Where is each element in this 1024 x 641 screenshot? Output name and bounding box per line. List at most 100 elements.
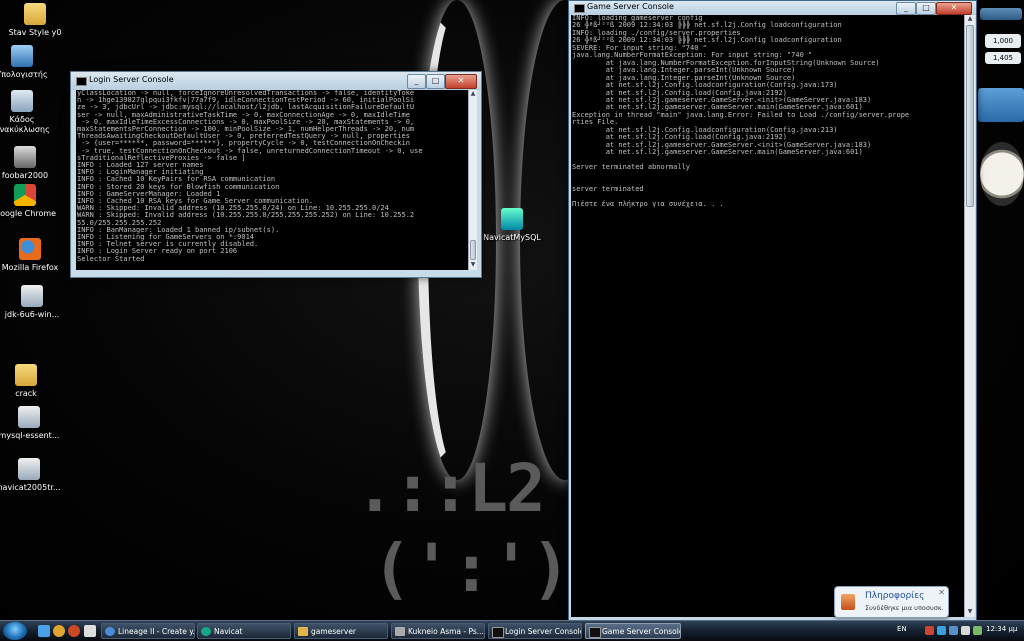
installer-icon (18, 406, 40, 428)
tray-network-icon[interactable] (937, 626, 946, 635)
show-desktop-icon[interactable] (38, 625, 50, 637)
desktop-icon-foobar[interactable]: foobar2000 (0, 146, 57, 181)
speaker-icon (841, 594, 855, 610)
chrome-icon (14, 184, 36, 206)
desktop-icon-mysql[interactable]: mysql-essent... (0, 406, 61, 441)
console-icon (574, 4, 585, 13)
language-indicator[interactable]: EN (897, 625, 907, 633)
desktop-icon-label: Stav Style y0 (8, 28, 62, 37)
login-console-scrollbar[interactable]: ▲ ▼ (468, 90, 477, 270)
tray-security-icon[interactable] (925, 626, 934, 635)
scroll-down-arrow-icon[interactable]: ▼ (469, 261, 477, 270)
taskbar-clock[interactable]: 12:34 μμ (986, 625, 1017, 633)
desktop-icon-jdk[interactable]: jdk-6u6-win... (0, 285, 64, 320)
game-console-scrollbar[interactable]: ▲ ▼ (964, 15, 975, 617)
notification-text: Συνδέθηκε μια υποσυσκ. (865, 604, 944, 612)
login-window-title: Login Server Console (89, 75, 174, 84)
desktop-icon-label: Mozilla Firefox (1, 263, 59, 272)
desktop-icon-recycle-bin[interactable]: Κάδος Ανακύκλωσης (0, 90, 54, 135)
desktop-icon-label: Κάδος Ανακύκλωσης (0, 115, 50, 134)
taskbar-item-label: Login Server Console (505, 627, 582, 636)
scroll-down-arrow-icon[interactable]: ▼ (965, 608, 975, 617)
scroll-thumb[interactable] (470, 240, 476, 260)
slideshow-gadget[interactable] (978, 88, 1024, 122)
quicklaunch-icon[interactable] (53, 625, 65, 637)
desktop-icon-label: Υπολογιστής (0, 70, 48, 79)
desktop-icon-crack[interactable]: crack (0, 364, 58, 399)
close-button[interactable]: ✕ (445, 74, 477, 89)
desktop-icon-label: NavicatMySQL (483, 233, 541, 242)
desktop-icon-label: Google Chrome (0, 209, 57, 218)
desktop-icon-label: mysql-essent... (0, 431, 60, 440)
stock-gadget-value: 1,405 (985, 52, 1021, 64)
console-line: Selector Started (77, 254, 145, 263)
console-line: Πιέστε ένα πλήκτρο για συνέχεια. . . (572, 200, 724, 209)
taskbar-item[interactable]: Navicat (197, 623, 291, 639)
folder-icon (298, 627, 308, 636)
taskbar-item[interactable]: Lineage II - Create y... (101, 623, 195, 639)
stock-gadget-value: 1,000 (985, 34, 1021, 48)
chrome-icon (105, 627, 115, 636)
desktop-icon-label: crack (15, 389, 37, 398)
desktop: .::L2 Au (':')/ Stav Style y0 Υπολογιστή… (0, 0, 1024, 620)
taskbar-item[interactable]: Login Server Console (488, 623, 582, 639)
installer-icon (21, 285, 43, 307)
installer-icon (18, 458, 40, 480)
scroll-thumb[interactable] (966, 25, 974, 207)
minimize-button[interactable]: _ (896, 2, 916, 15)
taskbar-item[interactable]: Game Server Console (585, 623, 681, 639)
login-console-output[interactable]: yClassLocation -> null, forceIgnoreUnres… (76, 90, 469, 270)
game-window-titlebar[interactable]: Game Server Console _ □ ✕ (569, 1, 976, 15)
desktop-icon-stav-style[interactable]: Stav Style y0 (3, 3, 67, 38)
taskbar-item-label: Lineage II - Create y... (118, 627, 195, 636)
console-line: at net.sf.l2j.gameserver.GameServer.main… (572, 148, 863, 157)
foobar-icon (395, 627, 405, 636)
taskbar-item-label: Kukneio Asma - Ps... (408, 627, 484, 636)
notification-title: Πληροφορίες (865, 591, 925, 601)
navicat-icon (501, 208, 523, 230)
start-button[interactable] (3, 622, 27, 640)
navicat-icon (201, 627, 211, 636)
recycle-bin-icon (11, 90, 33, 112)
close-button[interactable]: ✕ (936, 2, 972, 15)
desktop-icon-label: jdk-6u6-win... (4, 310, 60, 319)
game-console-output[interactable]: INFO: loading gameserver config 26 ╬ªß┘²²… (571, 15, 965, 617)
desktop-icon-computer[interactable]: Υπολογιστής (0, 45, 54, 80)
tray-app-icon[interactable] (949, 626, 958, 635)
desktop-icon-navicat-mysql[interactable]: NavicatMySQL (480, 208, 544, 243)
game-server-window[interactable]: Game Server Console _ □ ✕ INFO: loading … (568, 0, 977, 620)
firefox-icon (19, 238, 41, 260)
scroll-up-arrow-icon[interactable]: ▲ (469, 90, 477, 99)
console-icon (76, 77, 87, 86)
desktop-icon-navicat-installer[interactable]: navicat2005tr... (0, 458, 61, 493)
scroll-up-arrow-icon[interactable]: ▲ (965, 15, 975, 24)
tray-volume-icon[interactable] (961, 626, 970, 635)
quicklaunch-icon[interactable] (68, 625, 80, 637)
taskbar-item-label: Game Server Console (602, 627, 681, 636)
maximize-button[interactable]: □ (916, 2, 936, 15)
sidebar-gadget-header[interactable] (980, 8, 1022, 20)
taskbar: Lineage II - Create y... Navicat gameser… (0, 620, 1024, 641)
console-icon (589, 627, 601, 638)
taskbar-item[interactable]: Kukneio Asma - Ps... (391, 623, 485, 639)
taskbar-item[interactable]: gameserver (294, 623, 388, 639)
game-window-title: Game Server Console (587, 2, 674, 11)
desktop-icon-chrome[interactable]: Google Chrome (0, 184, 57, 219)
quicklaunch-icon[interactable] (84, 625, 96, 637)
notification-close-icon[interactable]: ✕ (938, 588, 945, 597)
folder-icon (24, 3, 46, 25)
console-line: Exception in thread "main" java.lang.Err… (572, 110, 910, 119)
desktop-icon-firefox[interactable]: Mozilla Firefox (0, 238, 62, 273)
notification-balloon[interactable]: Πληροφορίες Συνδέθηκε μια υποσυσκ. ✕ (834, 586, 949, 618)
maximize-button[interactable]: □ (426, 74, 445, 89)
login-server-window[interactable]: Login Server Console _ □ ✕ yClassLocatio… (70, 71, 482, 278)
desktop-icon-label: navicat2005tr... (0, 483, 61, 492)
folder-icon (15, 364, 37, 386)
console-line: server terminated (572, 185, 644, 194)
desktop-icon-label: foobar2000 (1, 171, 49, 180)
minimize-button[interactable]: _ (407, 74, 426, 89)
tray-usb-icon[interactable] (973, 626, 982, 635)
taskbar-item-label: gameserver (311, 627, 357, 636)
login-window-titlebar[interactable]: Login Server Console _ □ ✕ (71, 72, 481, 90)
